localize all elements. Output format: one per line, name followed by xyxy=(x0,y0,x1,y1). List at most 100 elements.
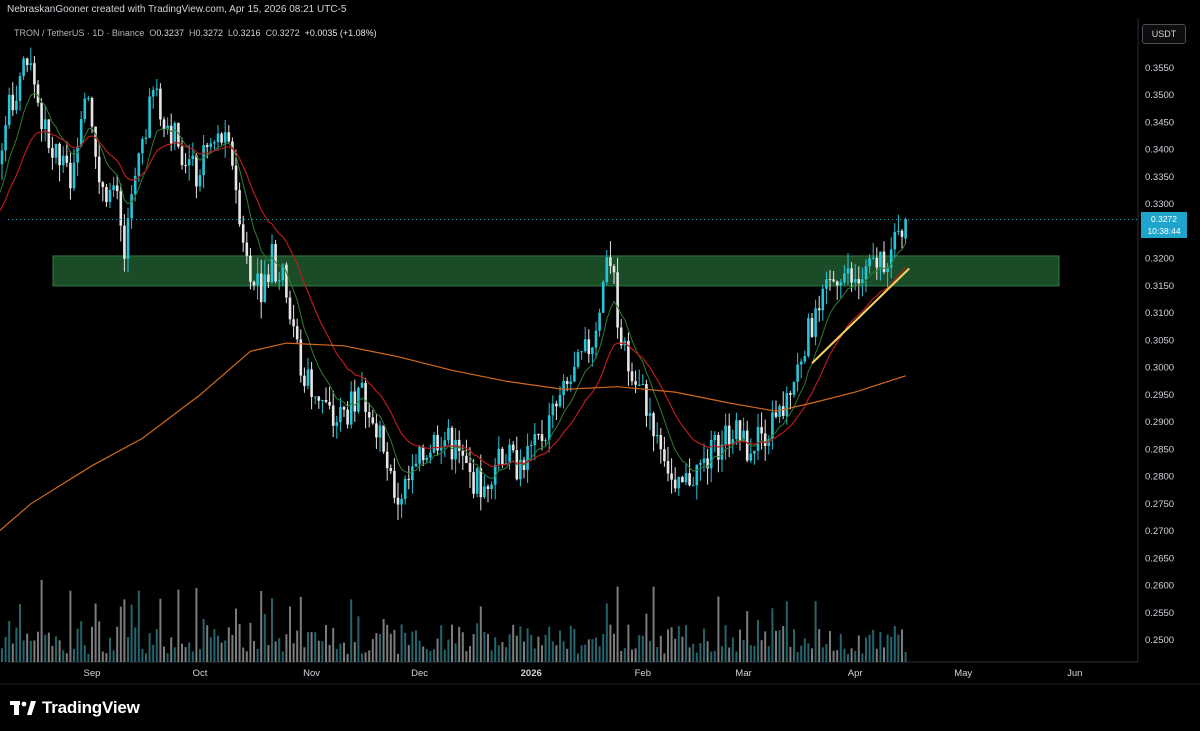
volume-bar xyxy=(850,648,853,662)
candle-body xyxy=(241,224,245,243)
volume-bar xyxy=(44,634,47,662)
candle-body xyxy=(112,185,115,191)
candle-body xyxy=(342,406,346,410)
candle-body xyxy=(159,88,162,120)
candle-body xyxy=(51,147,54,158)
candle-body xyxy=(328,401,331,406)
y-tick-label: 0.2800 xyxy=(1145,472,1174,483)
volume-bar xyxy=(127,637,129,662)
y-tick-label: 0.3450 xyxy=(1145,117,1174,128)
candle-body xyxy=(40,102,43,130)
volume-bar xyxy=(166,653,169,662)
candle-body xyxy=(555,403,558,407)
y-tick-label: 0.3000 xyxy=(1145,363,1174,374)
candle-body xyxy=(137,153,141,176)
volume-bar xyxy=(130,604,133,662)
volume-bar xyxy=(461,632,464,662)
candle-body xyxy=(544,440,547,442)
volume-bar xyxy=(83,645,86,662)
volume-bar xyxy=(404,632,407,662)
candle-body xyxy=(868,258,871,267)
volume-bar xyxy=(875,648,878,662)
volume-bar xyxy=(148,633,151,662)
candle-body xyxy=(702,458,706,463)
volume-bar xyxy=(206,625,209,662)
candle-body xyxy=(713,435,717,441)
candle-body xyxy=(565,380,569,385)
volume-bar xyxy=(321,641,324,662)
volume-bar xyxy=(645,613,648,662)
candle-body xyxy=(58,143,61,166)
volume-bar xyxy=(134,627,137,662)
candle-body xyxy=(407,478,411,481)
volume-bar xyxy=(184,647,187,662)
candle-body xyxy=(144,137,148,140)
y-tick-label: 0.2600 xyxy=(1145,581,1174,592)
volume-bar xyxy=(724,625,727,662)
volume-bar xyxy=(163,646,165,662)
candle-body xyxy=(526,446,529,470)
candle-body xyxy=(695,464,699,486)
candle-body xyxy=(659,435,663,450)
y-tick-label: 0.3350 xyxy=(1145,172,1174,183)
candle-body xyxy=(691,485,695,487)
volume-bar xyxy=(152,644,155,662)
candle-body xyxy=(641,384,645,386)
volume-bar xyxy=(55,636,57,662)
candle-body xyxy=(213,142,216,144)
candle-body xyxy=(324,400,328,402)
x-tick-label: 2026 xyxy=(521,668,542,679)
volume-bar xyxy=(512,624,515,662)
volume-bar xyxy=(544,634,547,662)
volume-bar xyxy=(904,652,907,662)
volume-bar xyxy=(29,640,32,662)
candle-body xyxy=(209,143,213,147)
y-tick-label: 0.3500 xyxy=(1145,90,1174,101)
volume-bar xyxy=(159,598,162,662)
candle-body xyxy=(339,406,342,423)
volume-bar xyxy=(631,649,633,662)
volume-bar xyxy=(278,638,281,662)
volume-bar xyxy=(245,651,248,662)
price-chart[interactable]: 0.3550 0.3500 0.3450 0.3400 0.3350 0.3300 0.32… xyxy=(0,0,1200,731)
volume-bar xyxy=(717,596,720,662)
volume-bar xyxy=(105,653,108,662)
candle-body xyxy=(634,381,637,385)
candle-body xyxy=(893,231,897,250)
candle-body xyxy=(562,380,565,395)
volume-bar xyxy=(487,633,489,662)
candle-body xyxy=(375,423,378,438)
volume-bar xyxy=(238,624,241,662)
candle-body xyxy=(897,230,900,232)
volume-bar xyxy=(746,611,749,662)
volume-bar xyxy=(429,650,432,662)
candle-body xyxy=(475,468,479,494)
candle-body xyxy=(123,225,126,259)
candle-body xyxy=(853,279,857,283)
volume-bar xyxy=(861,653,864,662)
candle-body xyxy=(724,425,727,445)
candle-body xyxy=(393,470,396,498)
brand-name: TradingView xyxy=(42,698,140,717)
candle-body xyxy=(529,445,533,447)
volume-bar xyxy=(886,634,889,662)
candle-body xyxy=(227,132,231,142)
volume-bar xyxy=(87,653,90,662)
candle-body xyxy=(151,90,155,97)
volume-bar xyxy=(530,634,533,662)
candle-body xyxy=(155,88,159,91)
volume-bar xyxy=(548,626,551,662)
y-tick-label: 0.2500 xyxy=(1145,635,1174,646)
candle-body xyxy=(468,463,472,473)
candle-body xyxy=(778,406,781,417)
candle-body xyxy=(79,119,83,147)
volume-bar xyxy=(137,590,140,662)
candle-body xyxy=(18,76,22,101)
volume-bar xyxy=(263,613,266,662)
candle-body xyxy=(497,448,501,466)
volume-bar xyxy=(627,624,630,662)
volume-bar xyxy=(62,650,65,662)
volume-bar xyxy=(436,638,439,662)
volume-bar xyxy=(332,627,335,662)
volume-bar xyxy=(191,651,194,662)
